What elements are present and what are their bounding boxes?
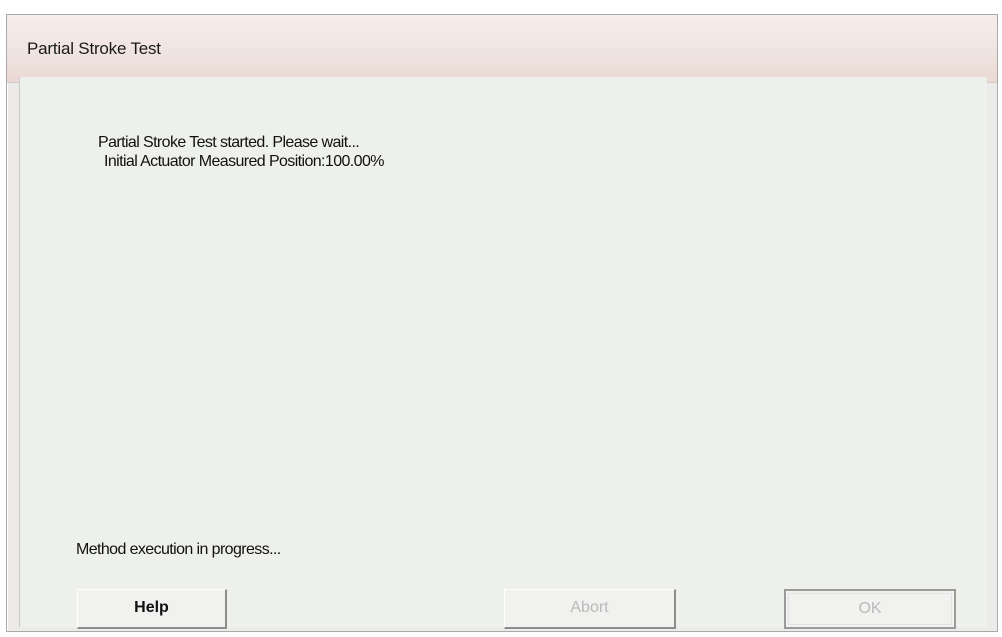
dialog-content: Partial Stroke Test started. Please wait…	[19, 77, 987, 629]
abort-button[interactable]: Abort	[504, 589, 676, 629]
message-line-position: Initial Actuator Measured Position:100.0…	[104, 153, 384, 170]
status-text: Method execution in progress...	[76, 541, 281, 558]
message-area: Partial Stroke Test started. Please wait…	[98, 133, 384, 171]
title-bar[interactable]: Partial Stroke Test	[7, 15, 997, 83]
message-line-started: Partial Stroke Test started. Please wait…	[98, 134, 360, 151]
partial-stroke-test-dialog: Partial Stroke Test Partial Stroke Test …	[6, 14, 998, 632]
help-button[interactable]: Help	[77, 589, 227, 629]
dialog-title: Partial Stroke Test	[27, 39, 161, 58]
ok-button[interactable]: OK	[784, 589, 956, 629]
